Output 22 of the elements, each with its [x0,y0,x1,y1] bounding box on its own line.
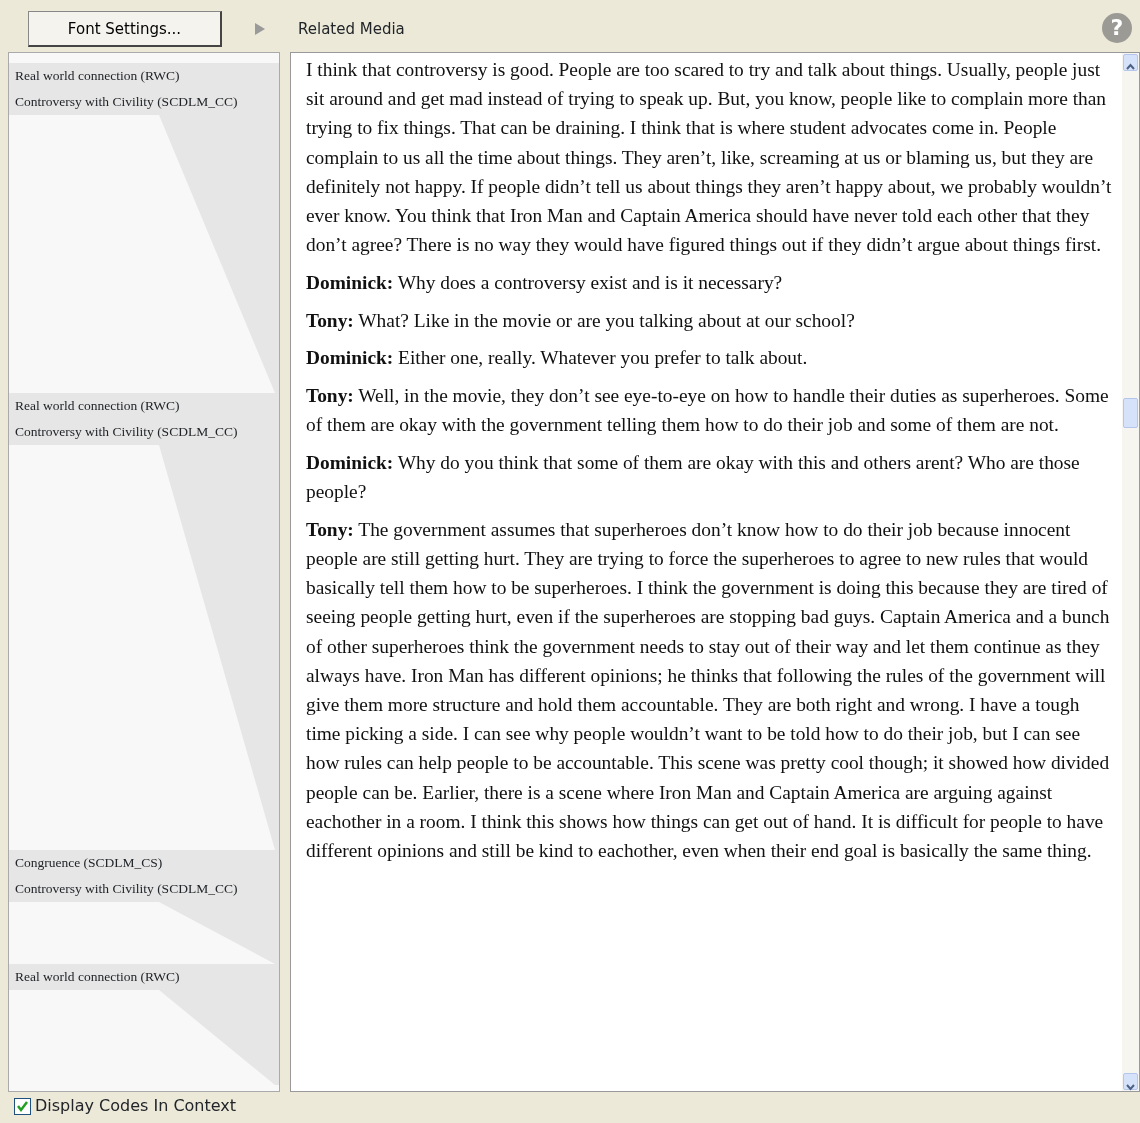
code-label[interactable]: Congruence (SCDLM_CS) [9,850,279,876]
code-label[interactable]: Controversy with Civility (SCDLM_CC) [9,89,279,115]
scroll-down-button[interactable] [1123,1073,1138,1090]
transcript-paragraph: Dominick: Why does a controversy exist and is it necessary? [306,270,784,295]
font-settings-button[interactable]: Font Settings... [28,11,222,47]
code-label[interactable]: Controversy with Civility (SCDLM_CC) [9,876,279,902]
scrollbar[interactable] [1122,53,1139,1091]
transcript-paragraph: I think that controversy is good. People are too scared to try and talk about things. Usually, people just sit around and get mad instead of trying to speak up. But, you know, people like to complain more than trying to fix things. That can be draining. I think that is where student advocates come in. People complain to us all the time about things. They aren’t, like, screaming at us or blaming us, but they are definitely not happy. If people didn’t tell us about things they aren’t happy about, we probably wouldn’t ever know. You think that Iron Man and Captain America should have never told each other that they don’t agree? There is no way they would have figured things out if they didn’t argue about things first. [306,58,1113,258]
transcript-paragraph: Tony: Well, in the movie, they don’t see eye-to-eye on how to handle their duties as superheroes. Some of them are okay with the government telling them how to do their job and some of them are not. [306,384,1110,438]
scroll-thumb[interactable] [1123,398,1138,428]
code-label[interactable]: Real world connection (RWC) [9,63,279,89]
scroll-up-button[interactable] [1123,54,1138,71]
display-codes-label[interactable]: Display Codes In Context [35,1094,237,1118]
transcript-paragraph: Tony: What? Like in the movie or are you talking about at our school? [306,308,856,333]
code-label[interactable]: Controversy with Civility (SCDLM_CC) [9,419,279,445]
related-media-label[interactable]: Related Media [298,17,405,41]
transcript-paragraph: Tony: The government assumes that superheroes don’t know how to do their job because innocent people are still getting hurt. They are trying to force the superheroes to agree to new rules that would basically tell them how to be superheroes. I think the government is doing this because they are tired of seeing people getting hurt, even if the superheroes are stopping bad guys. Captain America and a bunch of other superheroes think the government needs to stay out of their way and let them continue as they always have. Iron Man has different opinions; he thinks that following the rules of the government will give them more structure and hold them accountable. They are both right and wrong. I have a tough time picking a side. I can see why people wouldn’t want to be told how to do their job, but I can see how rules can help people to be accountable. This scene was pretty cool though; it showed how divided people can be. Earlier, there is a scene where Iron Man and Captain America are arguing against eachother in a room. I think this shows how things can get out of hand. It is difficult for people to have different opinions and still be kind to eachother, even when their end goal is basically the same thing. [306,517,1111,864]
transcript-paragraph: Dominick: Why do you think that some of them are okay with this and others arent? Who are those people? [306,450,1081,505]
transcript-paragraph: Dominick: Either one, really. Whatever you prefer to talk about. [306,346,809,371]
code-label[interactable]: Real world connection (RWC) [9,393,279,419]
display-codes-checkbox[interactable] [14,1097,31,1115]
code-label[interactable]: Real world connection (RWC) [9,964,279,990]
